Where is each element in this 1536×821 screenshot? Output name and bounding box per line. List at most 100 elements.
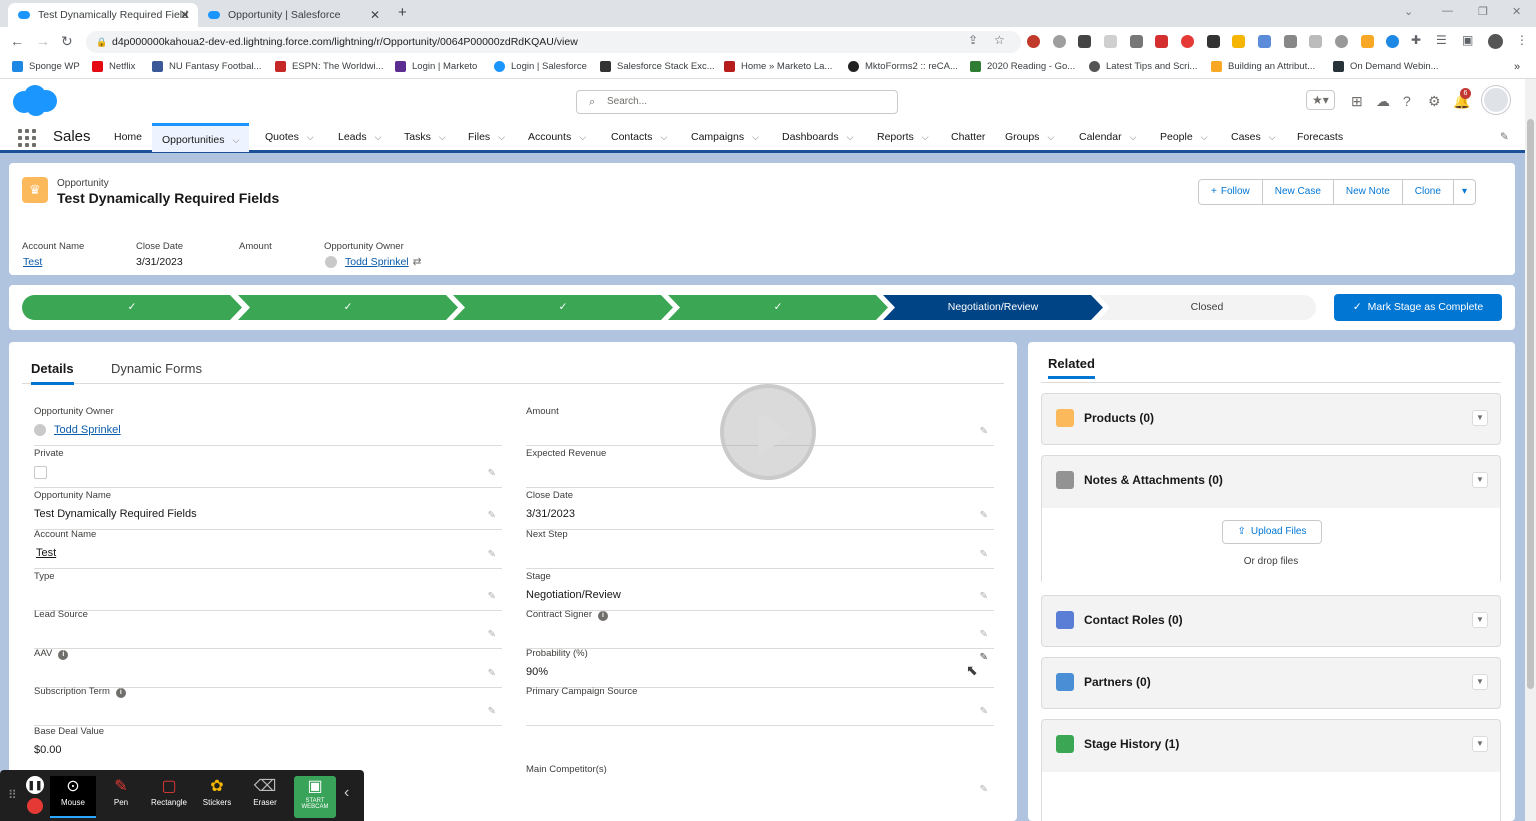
side-panel-icon[interactable]: ▣	[1462, 33, 1473, 47]
info-icon[interactable]: i	[58, 650, 69, 660]
global-actions-plus-icon[interactable]: ⊞	[1351, 93, 1363, 110]
nav-item-calendar[interactable]: Calendar ⌵	[1079, 131, 1136, 143]
nav-item-leads[interactable]: Leads ⌵	[338, 131, 381, 143]
bookmark-item[interactable]: Netflix	[92, 61, 135, 72]
chevron-down-icon[interactable]: ⌵	[1047, 132, 1054, 142]
extension-icon[interactable]	[1078, 35, 1091, 48]
help-icon[interactable]: ?	[1403, 93, 1411, 109]
edit-pencil-icon[interactable]: ✎	[980, 784, 988, 795]
path-stage-complete[interactable]: ✓	[453, 295, 673, 320]
extension-icon[interactable]	[1155, 35, 1168, 48]
nav-item-home[interactable]: Home	[114, 131, 142, 143]
chevron-down-icon[interactable]: ⌵	[752, 132, 759, 142]
browser-tab-active[interactable]: Test Dynamically Required Field ✕	[8, 3, 198, 27]
rectangle-tool-button[interactable]: ▢ Rectangle	[146, 776, 192, 818]
upload-dropzone[interactable]: ⇪ Upload Files Or drop files	[1042, 508, 1500, 584]
path-stage-current[interactable]: Negotiation/Review	[883, 295, 1103, 320]
chevron-down-icon[interactable]: ⌵	[1130, 132, 1137, 142]
change-owner-icon[interactable]: ⇄	[413, 256, 422, 268]
owner-link[interactable]: Todd Sprinkel	[345, 256, 409, 268]
bookmark-item[interactable]: Building an Attribut...	[1211, 61, 1315, 72]
chevron-down-icon[interactable]: ⌵	[1201, 132, 1208, 142]
extension-icon[interactable]	[1258, 35, 1271, 48]
pause-icon[interactable]: ❚❚	[26, 776, 44, 794]
extension-icon[interactable]	[1053, 35, 1066, 48]
edit-pencil-icon[interactable]: ✎	[488, 510, 496, 521]
nav-item-quotes[interactable]: Quotes ⌵	[265, 131, 314, 143]
path-stage-complete[interactable]: ✓	[238, 295, 458, 320]
nav-item-contacts[interactable]: Contacts ⌵	[611, 131, 667, 143]
edit-pencil-icon[interactable]: ✎	[488, 591, 496, 602]
tab-details[interactable]: Details	[31, 361, 74, 385]
path-stage-complete[interactable]: ✓	[22, 295, 242, 320]
upload-files-button[interactable]: ⇪ Upload Files	[1222, 520, 1322, 544]
chevron-down-icon[interactable]: ⌵	[1269, 132, 1276, 142]
nav-item-files[interactable]: Files ⌵	[468, 131, 505, 143]
bookmark-item[interactable]: MktoForms2 :: reCA...	[848, 61, 958, 72]
chevron-down-icon[interactable]: ⌵	[375, 132, 382, 142]
restore-icon[interactable]: ❐	[1478, 5, 1488, 18]
edit-pencil-icon[interactable]: ✎	[980, 629, 988, 640]
extension-icon[interactable]	[1181, 35, 1194, 48]
chevron-down-icon[interactable]: ⌵	[847, 132, 854, 142]
bookmark-item[interactable]: Sponge WP	[12, 61, 80, 72]
private-checkbox[interactable]	[34, 466, 47, 479]
follow-button[interactable]: + Follow	[1198, 179, 1263, 205]
related-list-title[interactable]: Stage History (1)	[1084, 737, 1179, 751]
bookmark-item[interactable]: Salesforce Stack Exc...	[600, 61, 715, 72]
chevron-down-icon[interactable]: ▼	[1472, 674, 1488, 690]
close-tab-icon[interactable]: ✕	[180, 8, 190, 22]
nav-item-groups[interactable]: Groups ⌵	[1005, 131, 1054, 143]
pen-tool-button[interactable]: ✎ Pen	[98, 776, 144, 818]
owner-link[interactable]: Todd Sprinkel	[54, 424, 121, 436]
bookmark-item[interactable]: Login | Marketo	[395, 61, 477, 72]
bookmark-item[interactable]: Latest Tips and Scri...	[1089, 61, 1197, 72]
account-name-link[interactable]: Test	[36, 547, 56, 559]
info-icon[interactable]: i	[115, 688, 126, 698]
favorites-star-icon[interactable]: ★▾	[1306, 90, 1335, 110]
bookmark-item[interactable]: NU Fantasy Footbal...	[152, 61, 261, 72]
chevron-down-icon[interactable]: ⌵	[232, 135, 239, 145]
edit-nav-pencil-icon[interactable]: ✎	[1500, 131, 1509, 143]
edit-pencil-icon[interactable]: ✎	[980, 549, 988, 560]
global-search-input[interactable]: ⌕ Search...	[576, 90, 898, 114]
clone-button[interactable]: Clone	[1401, 179, 1454, 205]
bookmark-item[interactable]: ESPN: The Worldwi...	[275, 61, 384, 72]
nav-item-tasks[interactable]: Tasks ⌵	[404, 131, 446, 143]
new-case-button[interactable]: New Case	[1261, 179, 1334, 205]
chevron-down-icon[interactable]: ⌵	[439, 132, 446, 142]
user-avatar[interactable]	[1482, 86, 1510, 114]
chevron-down-icon[interactable]: ▼	[1472, 612, 1488, 628]
url-field[interactable]: 🔒 d4p000000kahoua2-dev-ed.lightning.forc…	[86, 31, 1021, 53]
salesforce-logo-icon[interactable]	[10, 84, 58, 118]
edit-pencil-icon[interactable]: ✎	[488, 668, 496, 679]
nav-item-people[interactable]: People ⌵	[1160, 131, 1208, 143]
eraser-tool-button[interactable]: ⌫ Eraser	[242, 776, 288, 818]
bookmark-item[interactable]: Home » Marketo La...	[724, 61, 832, 72]
bookmark-item[interactable]: Login | Salesforce	[494, 61, 587, 72]
account-name-link[interactable]: Test	[23, 256, 42, 268]
stickers-tool-button[interactable]: ✿ Stickers	[194, 776, 240, 818]
nav-item-opportunities[interactable]: Opportunities ⌵	[152, 123, 250, 152]
extensions-puzzle-icon[interactable]: ✚	[1411, 33, 1421, 47]
edit-pencil-icon[interactable]: ✎	[488, 706, 496, 717]
profile-avatar-icon[interactable]	[1488, 34, 1503, 49]
nav-item-cases[interactable]: Cases ⌵	[1231, 131, 1276, 143]
page-scrollbar[interactable]	[1525, 79, 1536, 821]
edit-pencil-icon[interactable]: ✎	[980, 510, 988, 521]
nav-item-forecasts[interactable]: Forecasts	[1297, 131, 1343, 143]
more-actions-chevron-icon[interactable]: ▾	[1452, 179, 1476, 205]
browser-menu-icon[interactable]: ⋮	[1516, 33, 1528, 47]
more-bookmarks-icon[interactable]: »	[1514, 61, 1520, 73]
back-icon[interactable]: ←	[10, 33, 24, 49]
reading-list-icon[interactable]: ☰	[1436, 33, 1447, 47]
chevron-down-icon[interactable]: ⌵	[922, 132, 929, 142]
collapse-toolbar-icon[interactable]: ‹	[344, 784, 349, 802]
extension-icon[interactable]	[1207, 35, 1220, 48]
edit-pencil-icon[interactable]: ✎	[488, 549, 496, 560]
start-webcam-button[interactable]: ▣ START WEBCAM	[294, 776, 336, 818]
chevron-down-icon[interactable]: ▼	[1472, 410, 1488, 426]
chevron-down-icon[interactable]: ▼	[1472, 736, 1488, 752]
chevron-down-icon[interactable]: ⌵	[660, 132, 667, 142]
edit-pencil-icon[interactable]: ✎	[488, 468, 496, 479]
